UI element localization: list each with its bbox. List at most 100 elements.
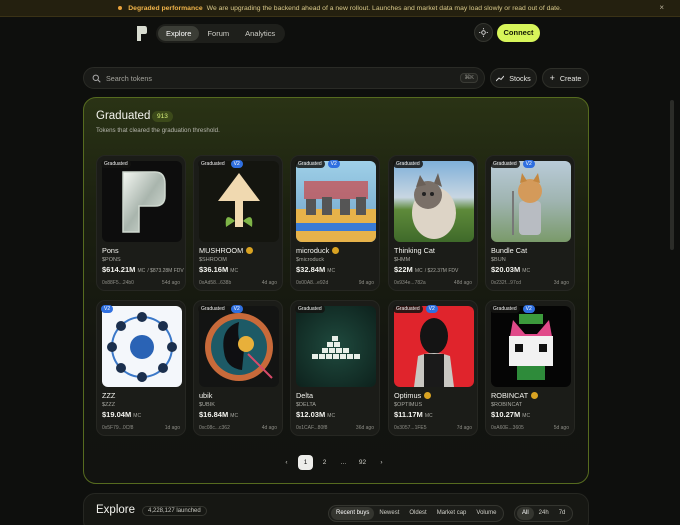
badge-row: Graduated — [393, 160, 423, 168]
warning-dot-icon — [118, 6, 123, 10]
scrollbar[interactable] — [670, 100, 674, 250]
status-banner: Degraded performance We are upgrading th… — [0, 0, 680, 17]
explore-title: Explore — [96, 504, 135, 516]
top-nav: Explore Forum Analytics Connect — [0, 17, 680, 52]
close-icon[interactable]: × — [659, 3, 664, 12]
contract-address: 0x934e...782a — [394, 280, 426, 286]
contract-address: 0xc08c...c362 — [199, 425, 230, 431]
badge-row: Graduated V2 — [490, 160, 535, 168]
launched-count: 4,228,127 launched — [142, 506, 207, 516]
age-label: 36d ago — [355, 425, 374, 431]
age-label: 7d ago — [456, 425, 472, 431]
age-label: 4d ago — [261, 425, 277, 431]
token-card[interactable]: Graduated Delta $DELTA $12.03M MC 0x1CAF...… — [290, 300, 380, 436]
search-icon — [92, 74, 101, 83]
token-image — [296, 161, 376, 242]
filter-market-cap[interactable]: Market cap — [432, 507, 472, 520]
market-cap: $20.03M MC — [491, 265, 530, 274]
age-label: 5d ago — [553, 425, 569, 431]
nav-tabs: Explore Forum Analytics — [156, 24, 286, 43]
token-name-row: Optimus — [394, 391, 432, 400]
page-button[interactable]: 2 — [317, 455, 332, 470]
token-card[interactable]: Graduated V2 ROBINCAT $ROBINCAT $10.27M MC 0… — [485, 300, 575, 436]
market-cap: $36.16M MC — [199, 265, 238, 274]
market-cap: $12.03M MC — [296, 410, 335, 419]
graduated-count-badge: 913 — [152, 111, 173, 122]
market-cap-unit: MC — [424, 413, 433, 419]
v2-badge: V2 — [101, 305, 114, 313]
filter-newest[interactable]: Newest — [374, 507, 404, 520]
token-name-row: ubik — [199, 391, 212, 400]
v2-badge: V2 — [327, 160, 340, 168]
token-card[interactable]: Graduated V2 Bundle Cat $BUN $20.03M MC 0x23… — [485, 155, 575, 291]
token-card[interactable]: V2 ZZZ $ZZZ $19.04M MC 0x5F79...0Cf8 1d ago — [96, 300, 186, 436]
token-image — [102, 306, 182, 387]
stocks-button[interactable]: Stocks — [490, 68, 537, 88]
market-cap-value: $11.17M — [394, 410, 423, 419]
token-card[interactable]: Graduated V2 Optimus $OPTIMUS $11.17M MC 0x3… — [388, 300, 478, 436]
token-image — [199, 161, 279, 242]
page-button[interactable]: 1 — [298, 455, 313, 470]
market-cap-unit: MC — [137, 268, 146, 274]
market-cap-unit: MC — [230, 413, 239, 419]
token-name: Delta — [296, 391, 314, 400]
range-all[interactable]: All — [517, 507, 534, 520]
age-label: 54d ago — [161, 280, 180, 286]
search-input[interactable] — [106, 73, 446, 83]
section-title: Graduated — [96, 110, 151, 122]
tab-forum[interactable]: Forum — [199, 26, 237, 41]
v2-badge: V2 — [425, 305, 438, 313]
page-button[interactable]: 92 — [355, 455, 370, 470]
v2-badge: V2 — [230, 305, 243, 313]
theme-toggle-button[interactable] — [474, 23, 493, 42]
plus-icon: + — [549, 73, 555, 83]
v2-badge: V2 — [230, 160, 243, 168]
token-image — [491, 161, 571, 242]
contract-address: 0x88F5...24b0 — [102, 280, 134, 286]
market-cap-value: $10.27M — [491, 410, 521, 419]
token-card[interactable]: Graduated V2 ubik $UBIK $16.84M MC 0xc08c...… — [193, 300, 283, 436]
badge-row: Graduated V2 — [295, 160, 340, 168]
contract-address: 0xA60E...3605 — [491, 425, 524, 431]
search-bar[interactable]: ⌘K — [83, 67, 485, 89]
next-page-button[interactable]: › — [374, 455, 389, 470]
banner-message: We are upgrading the backend ahead of a … — [206, 4, 562, 12]
coin-icon — [531, 392, 539, 399]
graduated-badge: Graduated — [198, 160, 228, 168]
age-label: 9d ago — [358, 280, 374, 286]
badge-row: Graduated — [295, 305, 325, 313]
token-card[interactable]: Graduated Thinking Cat $HMM $22M MC / $22.3… — [388, 155, 478, 291]
create-button[interactable]: + Create — [542, 68, 589, 88]
contract-address: 0x232f...97cd — [491, 280, 522, 286]
prev-page-button[interactable]: ‹ — [279, 455, 294, 470]
range-7d[interactable]: 7d — [554, 507, 571, 520]
token-name: MUSHROOM — [199, 246, 244, 255]
filter-oldest[interactable]: Oldest — [404, 507, 431, 520]
explore-section: Explore 4,228,127 launched Recent buys N… — [83, 493, 589, 525]
graduated-badge: Graduated — [393, 305, 423, 313]
v2-badge: V2 — [522, 160, 535, 168]
token-card[interactable]: Graduated Pons $PONS $614.21M MC / $873.28M… — [96, 155, 186, 291]
filter-volume[interactable]: Volume — [471, 507, 501, 520]
age-label: 1d ago — [164, 425, 180, 431]
token-card[interactable]: Graduated V2 microduck $microduck $32.84M MC… — [290, 155, 380, 291]
graduated-badge: Graduated — [393, 160, 423, 168]
stocks-label: Stocks — [509, 73, 531, 83]
contract-address: 0x00A8...e92d — [296, 280, 329, 286]
token-name: ubik — [199, 391, 213, 400]
filter-recent-buys[interactable]: Recent buys — [331, 507, 375, 520]
token-ticker: $HMM — [394, 257, 411, 263]
trend-icon — [496, 75, 505, 81]
logo-icon[interactable] — [136, 25, 148, 42]
token-image — [296, 306, 376, 387]
token-name-row: microduck — [296, 246, 340, 255]
tab-explore[interactable]: Explore — [158, 26, 200, 41]
connect-button[interactable]: Connect — [497, 24, 540, 42]
range-24h[interactable]: 24h — [534, 507, 554, 520]
graduated-badge: Graduated — [490, 160, 520, 168]
market-cap-value: $22M — [394, 265, 413, 274]
tab-analytics[interactable]: Analytics — [237, 26, 283, 41]
market-cap-unit: MC — [327, 413, 336, 419]
coin-icon — [332, 247, 340, 254]
token-card[interactable]: Graduated V2 MUSHROOM $SHROOM $36.16M MC 0xA… — [193, 155, 283, 291]
